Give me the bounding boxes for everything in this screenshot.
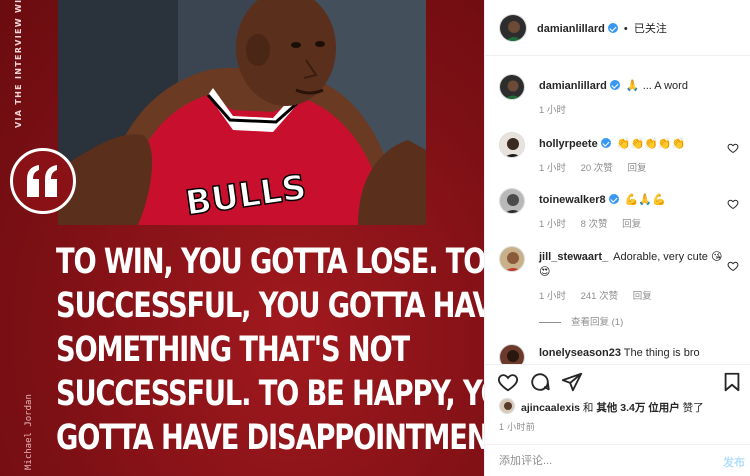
quote-line: SUCCESSFUL, YOU GOTTA HAVE [56, 286, 484, 326]
caption-avatar[interactable] [499, 74, 525, 100]
verified-icon [608, 194, 619, 204]
post-sidebar: damianlillard • 已关注 damianlillard 🙏 ... … [484, 0, 750, 476]
action-bar [485, 364, 750, 398]
likes-suffix: 赞了 [682, 402, 704, 414]
heart-icon[interactable] [727, 198, 739, 210]
quote-icon [10, 148, 76, 214]
add-comment-bar: 发布 [485, 444, 750, 476]
caption-text: ... A word [642, 80, 688, 92]
player-photo: BULLS [58, 0, 426, 225]
commenter-avatar[interactable] [499, 132, 525, 158]
header-separator: • [623, 23, 628, 35]
follow-status-button[interactable]: 已关注 [634, 23, 667, 35]
view-replies-button[interactable]: 查看回复 (1) [539, 314, 623, 328]
comment-item: lonelyseason23 The thing is bro [499, 344, 739, 364]
comment-likes[interactable]: 20 次赞 [581, 163, 613, 174]
likes-connector: 和 [582, 402, 594, 414]
quote-line: SUCCESSFUL. TO BE HAPPY, YOU [56, 374, 484, 414]
commenter-avatar[interactable] [499, 188, 525, 214]
post-timestamp: 1 小时前 [499, 422, 536, 432]
comment-text: 💪🙏💪 [624, 193, 666, 206]
post-header: damianlillard • 已关注 [485, 0, 750, 56]
replies-divider [539, 321, 561, 323]
caption-time: 1 小时 [539, 105, 566, 116]
commenter-avatar[interactable] [499, 246, 525, 272]
liker-avatar[interactable] [499, 398, 515, 414]
quote-line: GOTTA HAVE DISAPPOINTMENT. [56, 418, 484, 458]
reply-button[interactable]: 回复 [622, 219, 641, 230]
verified-icon [607, 23, 618, 33]
comment-likes[interactable]: 241 次赞 [581, 291, 619, 302]
like-heart-icon[interactable] [497, 371, 519, 393]
verified-icon [600, 138, 611, 148]
post-image[interactable]: BULLS VIA THE INTERVIEW WITH MA Michael … [0, 0, 484, 476]
reply-button[interactable]: 回复 [633, 291, 652, 302]
author-avatar[interactable] [499, 14, 527, 42]
likes-others-link[interactable]: 其他 3.4万 位用户 [596, 402, 679, 414]
comment-time: 1 小时 [539, 219, 566, 230]
quote-line: SOMETHING THAT'S NOT [56, 330, 410, 370]
author-username[interactable]: damianlillard [537, 23, 605, 35]
caption-username[interactable]: damianlillard [539, 80, 607, 92]
comment-input[interactable] [499, 453, 699, 469]
comment-time: 1 小时 [539, 291, 566, 302]
comment-icon[interactable] [529, 371, 551, 393]
reply-button[interactable]: 回复 [627, 163, 646, 174]
verified-icon [609, 80, 620, 90]
likes-summary: ajincaalexis 和 其他 3.4万 位用户 赞了 [499, 398, 739, 416]
side-caption: VIA THE INTERVIEW WITH MA [14, 0, 23, 128]
liker-username[interactable]: ajincaalexis [521, 402, 580, 414]
comment-likes[interactable]: 8 次赞 [581, 219, 608, 230]
commenter-username[interactable]: hollyrpeete [539, 138, 598, 150]
share-icon[interactable] [561, 371, 583, 393]
player-illustration: BULLS [58, 0, 426, 225]
commenter-avatar[interactable] [499, 344, 525, 364]
heart-icon[interactable] [727, 142, 739, 154]
commenter-username[interactable]: jill_stewaart_ [539, 251, 608, 263]
post-comment-button[interactable]: 发布 [723, 454, 745, 470]
bookmark-icon[interactable] [721, 371, 743, 393]
quote-line: TO WIN, YOU GOTTA LOSE. TO BE [56, 242, 484, 282]
comment-text: 👏👏👏👏👏 [616, 137, 686, 150]
comment-time: 1 小时 [539, 163, 566, 174]
quote-text: TO WIN, YOU GOTTA LOSE. TO BE SUCCESSFUL… [56, 240, 484, 460]
pray-emoji: 🙏 [625, 79, 640, 92]
commenter-username[interactable]: toinewalker8 [539, 194, 606, 206]
heart-icon[interactable] [727, 260, 739, 272]
commenter-username[interactable]: lonelyseason23 [539, 347, 621, 359]
side-name-label: Michael Jordan [24, 394, 34, 470]
view-replies-label: 查看回复 (1) [571, 317, 624, 328]
comment-text: The thing is bro [623, 347, 700, 359]
